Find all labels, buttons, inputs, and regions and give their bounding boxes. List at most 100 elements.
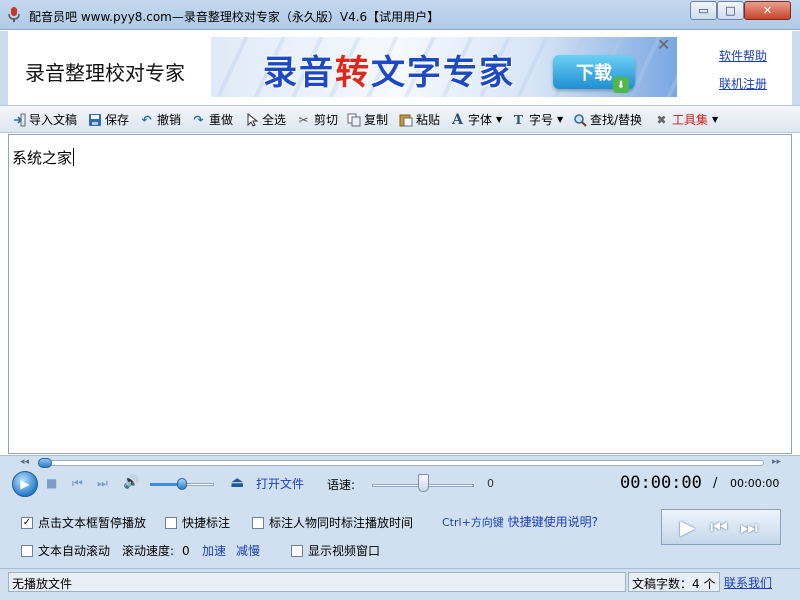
save-icon [87,112,102,127]
chevron-down-icon: ▼ [557,115,564,124]
paste-icon [398,112,413,127]
show-video-label: 显示视频窗口 [308,544,381,558]
copy-button[interactable]: 复制 [346,106,388,133]
contact-link[interactable]: 联系我们 [724,574,772,591]
paste-label: 粘贴 [416,113,441,127]
shortcut-hint: Ctrl+方向键 快捷键使用说明? [442,513,598,530]
scissors-icon: ✂ [298,112,309,127]
close-button[interactable]: ✕ [744,1,791,20]
text-editor[interactable]: 系统之家 [8,134,792,454]
app-icon [8,7,20,22]
seek-back-icon[interactable]: ◂◂ [20,457,29,467]
speed-up-link[interactable]: 加速 [202,542,226,559]
minimize-button[interactable]: ▭ [690,1,717,20]
checkbox-box: ✓ [21,516,33,529]
checkbox-box [21,544,33,557]
scroll-speed: 滚动速度: 0 [122,542,190,559]
scroll-speed-value: 0 [182,543,190,558]
slow-down-link[interactable]: 减慢 [236,542,260,559]
click-pause-checkbox[interactable]: ✓ 点击文本框暂停播放 [21,514,146,531]
maximize-button[interactable]: □ [717,1,744,20]
seek-thumb[interactable] [38,458,52,468]
search-icon [572,112,587,127]
cut-button[interactable]: ✂ 剪切 [296,106,338,133]
find-replace-label: 查找/替换 [590,113,643,127]
tools-label: 工具集 [672,113,709,127]
click-pause-label: 点击文本框暂停播放 [38,516,147,530]
stop-icon[interactable]: ■ [46,476,57,490]
download-arrow-icon: ⬇ [613,77,629,93]
volume-icon[interactable]: 🔊 [123,475,139,490]
auto-scroll-checkbox[interactable]: 文本自动滚动 [21,542,110,559]
help-link[interactable]: 软件帮助 [719,47,767,64]
status-bar: 无播放文件 文稿字数：4 个 联系我们 [0,568,800,600]
previous-icon[interactable]: ⏮ [72,476,83,491]
player-panel: ◂◂ ▸▸ ▶ ■ ⏮ ⏭ 🔊 ⏏ 打开文件 语速: 0 00:00:00 / … [0,455,800,568]
mark-person-time-checkbox[interactable]: 标注人物同时标注播放时间 [252,514,413,531]
big-playback-controls: ▶ ⏮ ⏭ [661,509,781,545]
seek-forward-icon[interactable]: ▸▸ [772,457,781,467]
shortcut-keys: Ctrl+方向键 [442,516,504,529]
play-icon: ▶ [20,477,30,491]
undo-button[interactable]: ↶ 撤销 [139,106,181,133]
minimize-icon: ▭ [698,4,709,17]
font-dropdown[interactable]: A 字体 ▼ [450,106,502,133]
current-time: 00:00:00 [620,473,702,493]
copy-icon [346,112,361,127]
big-previous-icon[interactable]: ⏮ [710,515,728,539]
find-replace-button[interactable]: 查找/替换 [572,106,642,133]
chevron-down-icon: ▼ [712,115,719,124]
checkbox-box [291,544,303,557]
redo-icon: ↷ [193,112,204,127]
seek-bar[interactable] [38,460,764,466]
banner-title: 录音转文字专家 [263,45,515,94]
undo-icon: ↶ [141,112,152,127]
editor-text: 系统之家 [12,149,73,167]
quick-mark-checkbox[interactable]: 快捷标注 [165,514,230,531]
font-label: 字体 [468,113,493,127]
volume-thumb[interactable] [177,478,187,490]
eject-icon[interactable]: ⏏ [230,473,244,491]
toolbar: 导入文稿 保存 ↶ 撤销 ↷ 重做 全选 ✂ 剪切 复制 粘贴 A 字体 ▼ T… [0,105,800,133]
editor-content: 系统之家 [12,147,75,168]
import-label: 导入文稿 [29,113,78,127]
slow-down-label: 减慢 [236,544,261,558]
play-button[interactable]: ▶ [12,471,38,497]
time-separator: / [713,476,718,491]
font-size-dropdown[interactable]: T 字号 ▼ [511,106,563,133]
show-video-checkbox[interactable]: 显示视频窗口 [291,542,380,559]
save-label: 保存 [105,113,130,127]
font-size-label: 字号 [529,113,554,127]
save-button[interactable]: 保存 [87,106,129,133]
import-icon [11,112,26,127]
window-title: 配音员吧 www.pyy8.com—录音整理校对专家（永久版）V4.6【试用用户… [29,10,440,24]
register-link[interactable]: 联机注册 [719,75,767,92]
big-next-icon[interactable]: ⏭ [740,515,758,539]
speed-up-label: 加速 [202,544,227,558]
big-play-icon[interactable]: ▶ [680,515,695,539]
checkbox-box [165,516,177,529]
font-icon: A [452,111,463,128]
next-icon[interactable]: ⏭ [97,476,108,491]
speed-value: 0 [487,477,494,490]
tools-dropdown[interactable]: ✖ 工具集 ▼ [654,106,718,133]
total-time: 00:00:00 [730,477,780,490]
shortcut-help-link[interactable]: 快捷键使用说明? [508,515,598,529]
paste-button[interactable]: 粘贴 [398,106,440,133]
ad-banner[interactable]: 录音转文字专家 下载 ⬇ ✕ [211,37,677,97]
open-file-button[interactable]: 打开文件 [256,475,304,492]
import-button[interactable]: 导入文稿 [11,106,77,133]
cursor-icon [244,112,259,127]
tools-icon: ✖ [656,112,667,127]
redo-button[interactable]: ↷ 重做 [191,106,233,133]
scroll-speed-label: 滚动速度: [122,544,175,558]
mark-person-time-label: 标注人物同时标注播放时间 [269,516,414,530]
title-bar: 配音员吧 www.pyy8.com—录音整理校对专家（永久版）V4.6【试用用户… [0,0,800,30]
banner-close-icon[interactable]: ✕ [657,37,670,54]
select-all-label: 全选 [262,113,287,127]
auto-scroll-label: 文本自动滚动 [38,544,111,558]
select-all-button[interactable]: 全选 [244,106,286,133]
speed-thumb[interactable] [418,474,429,492]
text-cursor [73,148,75,166]
cut-label: 剪切 [314,113,339,127]
